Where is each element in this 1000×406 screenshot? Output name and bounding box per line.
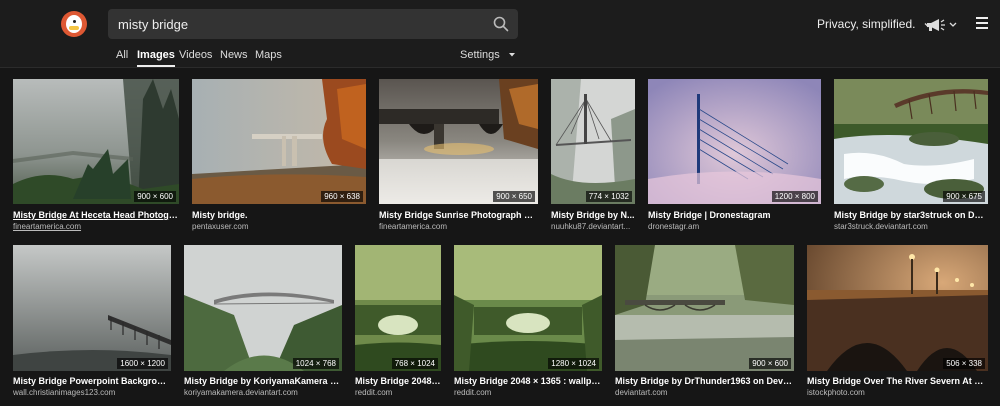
result-thumbnail[interactable] — [454, 245, 602, 371]
settings-label: Settings — [460, 49, 500, 61]
search-icon[interactable] — [492, 15, 510, 33]
image-dimensions: 506 × 338 — [943, 358, 985, 369]
result-thumbnail[interactable] — [834, 79, 988, 204]
result-thumbnail[interactable] — [355, 245, 441, 371]
image-dimensions: 768 × 1024 — [391, 358, 438, 369]
result-domain[interactable]: pentaxuser.com — [192, 222, 366, 231]
image-result[interactable]: 960 × 638 Misty bridge. pentaxuser.com — [192, 79, 366, 234]
image-dimensions: 900 × 600 — [134, 191, 176, 202]
result-thumbnail[interactable] — [551, 79, 635, 204]
result-thumbnail[interactable] — [379, 79, 538, 204]
tab-maps[interactable]: Maps — [255, 49, 282, 61]
image-dimensions: 1024 × 768 — [292, 358, 339, 369]
privacy-dropdown[interactable]: Privacy, simplified. — [817, 17, 932, 31]
result-domain[interactable]: reddit.com — [454, 388, 602, 397]
image-result[interactable]: 900 × 650 Misty Bridge Sunrise Photograp… — [379, 79, 538, 234]
result-thumbnail[interactable] — [192, 79, 366, 204]
tab-all[interactable]: All — [116, 49, 128, 61]
tab-images[interactable]: Images — [137, 49, 175, 67]
result-title[interactable]: Misty Bridge Over The River Severn At Wo… — [807, 376, 988, 386]
settings-dropdown[interactable]: Settings — [460, 49, 517, 61]
image-result[interactable]: 1200 × 800 Misty Bridge | Dronestagram d… — [648, 79, 821, 234]
result-domain[interactable]: deviantart.com — [615, 388, 794, 397]
result-title[interactable]: Misty Bridge by star3struck on Devi... — [834, 210, 988, 220]
result-domain[interactable]: dronestagr.am — [648, 222, 821, 231]
result-thumbnail[interactable] — [648, 79, 821, 204]
image-result[interactable]: 506 × 338 Misty Bridge Over The River Se… — [807, 245, 988, 400]
result-domain[interactable]: fineartamerica.com — [13, 222, 179, 231]
tab-news[interactable]: News — [220, 49, 248, 61]
result-thumbnail[interactable] — [13, 79, 179, 204]
image-dimensions: 774 × 1032 — [585, 191, 632, 202]
result-title[interactable]: Misty Bridge by KoriyamaKamera on ... — [184, 376, 342, 386]
result-title[interactable]: Misty Bridge by N... — [551, 210, 635, 220]
megaphone-icon[interactable] — [925, 17, 959, 33]
result-title[interactable]: Misty Bridge At Heceta Head Photogra... — [13, 210, 179, 220]
image-dimensions: 1280 × 1024 — [548, 358, 599, 369]
result-domain[interactable]: fineartamerica.com — [379, 222, 538, 231]
image-result[interactable]: 774 × 1032 Misty Bridge by N... nuuhku87… — [551, 79, 635, 234]
result-domain[interactable]: istockphoto.com — [807, 388, 988, 397]
duckduckgo-logo[interactable] — [61, 11, 87, 37]
image-dimensions: 1600 × 1200 — [117, 358, 168, 369]
result-title[interactable]: Misty Bridge Sunrise Photograph by ... — [379, 210, 538, 220]
result-title[interactable]: Misty Bridge by DrThunder1963 on Devia..… — [615, 376, 794, 386]
image-dimensions: 900 × 600 — [749, 358, 791, 369]
image-result[interactable]: 1600 × 1200 Misty Bridge Powerpoint Back… — [13, 245, 171, 400]
tab-videos[interactable]: Videos — [179, 49, 212, 61]
result-title[interactable]: Misty Bridge 2048 ... — [355, 376, 441, 386]
result-title[interactable]: Misty Bridge Powerpoint Backgroun... — [13, 376, 171, 386]
privacy-label: Privacy, simplified. — [817, 17, 916, 31]
result-thumbnail[interactable] — [807, 245, 988, 371]
search-box — [108, 9, 518, 39]
image-dimensions: 960 × 638 — [321, 191, 363, 202]
caret-down-icon — [508, 53, 515, 57]
result-domain[interactable]: koriyamakamera.deviantart.com — [184, 388, 342, 397]
result-thumbnail[interactable] — [184, 245, 342, 371]
image-result[interactable]: 900 × 675 Misty Bridge by star3struck on… — [834, 79, 988, 234]
image-result[interactable]: 1024 × 768 Misty Bridge by KoriyamaKamer… — [184, 245, 342, 400]
hamburger-menu-icon[interactable] — [976, 17, 990, 31]
image-dimensions: 1200 × 800 — [771, 191, 818, 202]
result-domain[interactable]: nuuhku87.deviantart... — [551, 222, 635, 231]
image-result[interactable]: 900 × 600 Misty Bridge At Heceta Head Ph… — [13, 79, 179, 234]
image-result[interactable]: 768 × 1024 Misty Bridge 2048 ... reddit.… — [355, 245, 441, 400]
image-result[interactable]: 1280 × 1024 Misty Bridge 2048 × 1365 : w… — [454, 245, 602, 400]
result-thumbnail[interactable] — [615, 245, 794, 371]
result-title[interactable]: Misty bridge. — [192, 210, 366, 220]
header-bar: Privacy, simplified. Images All Videos N… — [0, 0, 1000, 68]
result-title[interactable]: Misty Bridge | Dronestagram — [648, 210, 821, 220]
result-domain[interactable]: reddit.com — [355, 388, 441, 397]
image-result[interactable]: 900 × 600 Misty Bridge by DrThunder1963 … — [615, 245, 794, 400]
image-dimensions: 900 × 650 — [493, 191, 535, 202]
result-thumbnail[interactable] — [13, 245, 171, 371]
image-dimensions: 900 × 675 — [943, 191, 985, 202]
result-domain[interactable]: star3struck.deviantart.com — [834, 222, 988, 231]
result-title[interactable]: Misty Bridge 2048 × 1365 : wallpa... — [454, 376, 602, 386]
result-domain[interactable]: wall.christianimages123.com — [13, 388, 171, 397]
search-input[interactable] — [108, 9, 478, 39]
